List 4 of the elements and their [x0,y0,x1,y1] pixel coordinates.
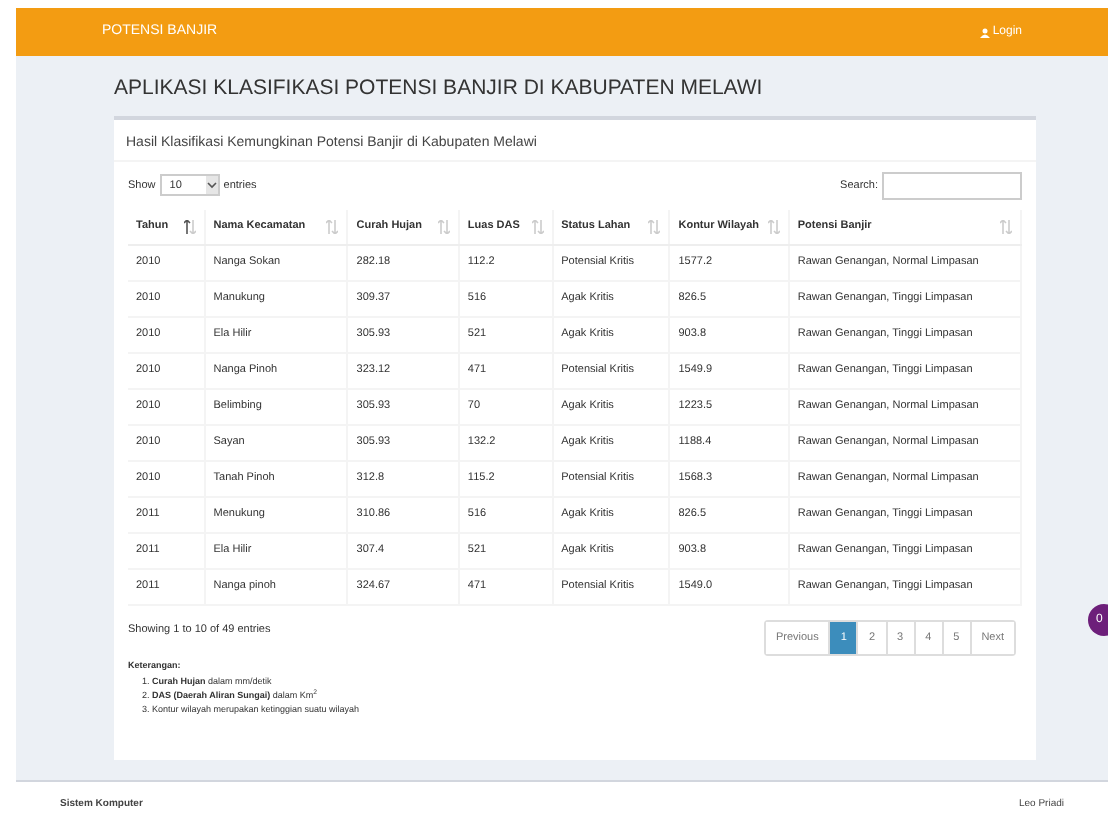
user-icon [980,27,991,37]
search-field[interactable] [882,171,1022,200]
chevron-down-icon [205,176,218,195]
page-title: APLIKASI KLASIFIKASI POTENSI BANJIR DI KABUPATEN MELAWI [114,74,765,104]
